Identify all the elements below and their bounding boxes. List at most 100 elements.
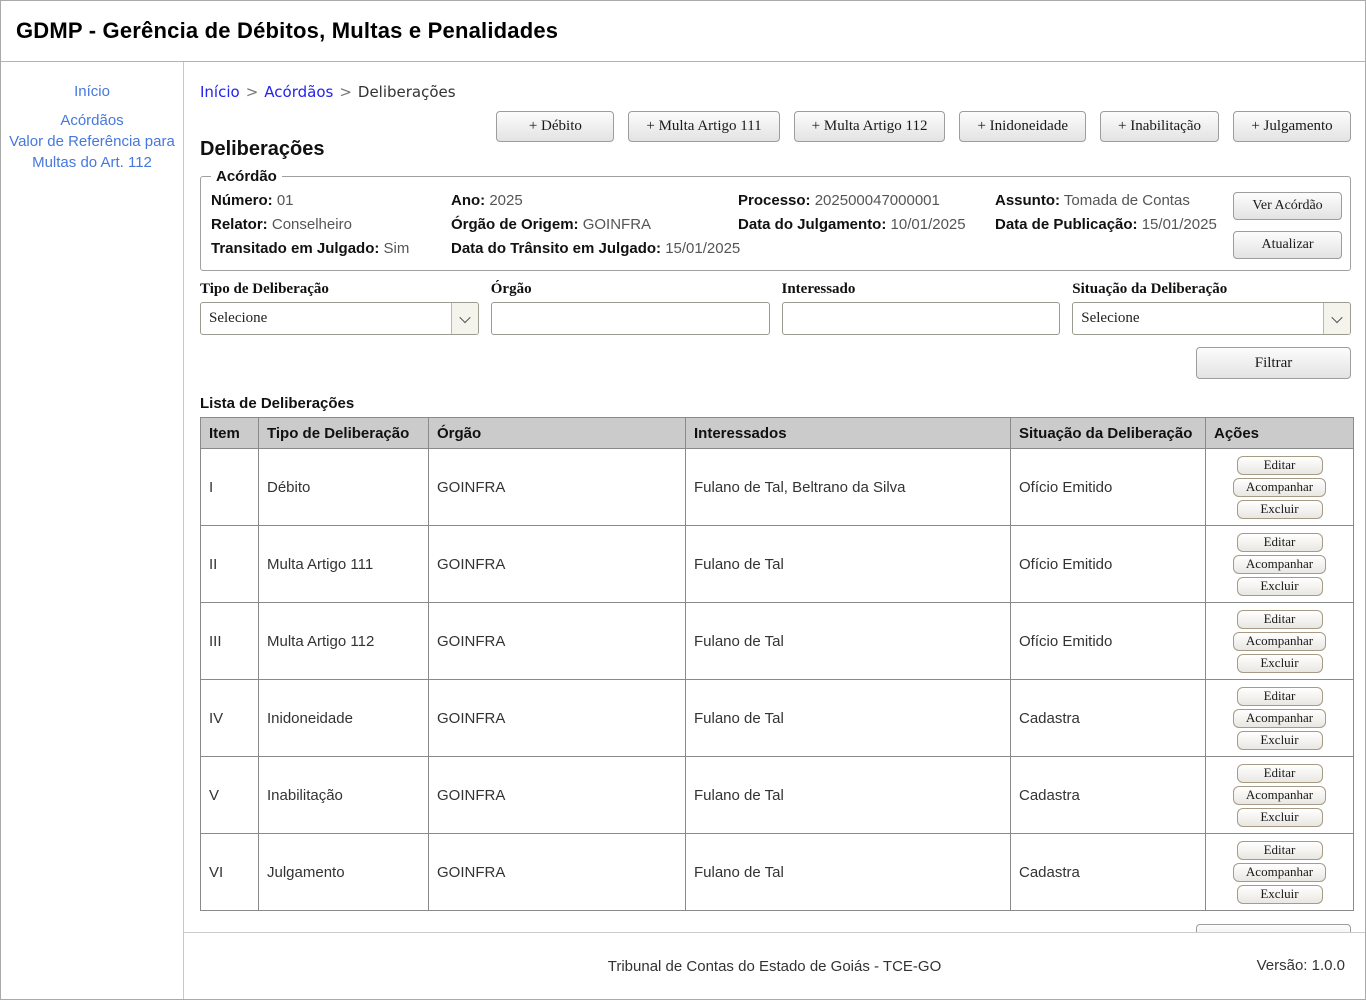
page-head: Deliberações + Débito + Multa Artigo 111… (200, 107, 1351, 163)
editar-button[interactable]: Editar (1237, 456, 1323, 475)
cell-item: I (201, 449, 259, 526)
filter-situacao-deliberacao: Situação da Deliberação Selecione (1072, 281, 1351, 335)
cell-situacao: Ofício Emitido (1011, 449, 1206, 526)
situacao-deliberacao-label: Situação da Deliberação (1072, 281, 1351, 298)
footer: Tribunal de Contas do Estado de Goiás - … (184, 932, 1365, 999)
cell-interessados: Fulano de Tal, Beltrano da Silva (686, 449, 1011, 526)
interessado-label: Interessado (782, 281, 1061, 298)
add-inabilitacao-button[interactable]: + Inabilitação (1100, 111, 1219, 142)
cell-interessados: Fulano de Tal (686, 757, 1011, 834)
add-multa-artigo-111-button[interactable]: + Multa Artigo 111 (628, 111, 779, 142)
cell-interessados: Fulano de Tal (686, 603, 1011, 680)
row-actions: Editar Acompanhar Excluir (1214, 456, 1345, 519)
cell-orgao: GOINFRA (429, 603, 686, 680)
cell-situacao: Cadastra (1011, 757, 1206, 834)
editar-button[interactable]: Editar (1237, 841, 1323, 860)
acompanhar-button[interactable]: Acompanhar (1233, 478, 1326, 497)
voltar-para-acordaos-button[interactable]: Voltar para Acórdãos (1196, 924, 1351, 932)
acompanhar-button[interactable]: Acompanhar (1233, 709, 1326, 728)
orgao-label: Órgão (491, 281, 770, 298)
acordao-data-julgamento: Data do Julgamento: 10/01/2025 (738, 213, 995, 237)
tipo-deliberacao-selected-value: Selecione (201, 303, 451, 334)
row-actions: Editar Acompanhar Excluir (1214, 533, 1345, 596)
tipo-deliberacao-label: Tipo de Deliberação (200, 281, 479, 298)
acompanhar-button[interactable]: Acompanhar (1233, 863, 1326, 882)
main-content: Início>Acórdãos>Deliberações Deliberaçõe… (184, 62, 1365, 932)
row-actions: Editar Acompanhar Excluir (1214, 841, 1345, 904)
header-orgao: Órgão (429, 418, 686, 449)
excluir-button[interactable]: Excluir (1237, 731, 1323, 750)
filter-orgao: Órgão (491, 281, 770, 335)
filter-bar: Tipo de Deliberação Selecione Órgão Inte… (200, 281, 1351, 335)
ver-acordao-button[interactable]: Ver Acórdão (1233, 192, 1342, 220)
breadcrumb-inicio[interactable]: Início (200, 83, 240, 101)
situacao-deliberacao-select[interactable]: Selecione (1072, 302, 1351, 335)
cell-tipo: Inidoneidade (259, 680, 429, 757)
cell-situacao: Ofício Emitido (1011, 526, 1206, 603)
filtrar-button[interactable]: Filtrar (1196, 347, 1351, 379)
chevron-down-icon (451, 303, 478, 334)
excluir-button[interactable]: Excluir (1237, 654, 1323, 673)
header-situacao-deliberacao: Situação da Deliberação (1011, 418, 1206, 449)
acordao-legend: Acórdão (211, 168, 282, 185)
sidebar-item-valor-referencia[interactable]: Valor de Referência para Multas do Art. … (1, 131, 183, 173)
interessado-input[interactable] (782, 302, 1061, 335)
cell-interessados: Fulano de Tal (686, 834, 1011, 911)
orgao-input[interactable] (491, 302, 770, 335)
editar-button[interactable]: Editar (1237, 764, 1323, 783)
add-inidoneidade-button[interactable]: + Inidoneidade (959, 111, 1086, 142)
acordao-transitado: Transitado em Julgado: Sim (211, 237, 451, 261)
table-row: II Multa Artigo 111 GOINFRA Fulano de Ta… (201, 526, 1354, 603)
add-multa-artigo-112-button[interactable]: + Multa Artigo 112 (794, 111, 946, 142)
acordao-orgao-origem: Órgão de Origem: GOINFRA (451, 213, 738, 237)
acordao-data-transito: Data do Trânsito em Julgado: 15/01/2025 (451, 237, 740, 261)
excluir-button[interactable]: Excluir (1237, 885, 1323, 904)
app-title: GDMP - Gerência de Débitos, Multas e Pen… (16, 18, 558, 44)
cell-item: VI (201, 834, 259, 911)
row-actions: Editar Acompanhar Excluir (1214, 764, 1345, 827)
cell-item: III (201, 603, 259, 680)
footer-version: Versão: 1.0.0 (1257, 957, 1345, 974)
breadcrumb-acordaos[interactable]: Acórdãos (264, 83, 333, 101)
header-item: Item (201, 418, 259, 449)
app-header: GDMP - Gerência de Débitos, Multas e Pen… (1, 1, 1365, 62)
add-julgamento-button[interactable]: + Julgamento (1233, 111, 1351, 142)
row-actions: Editar Acompanhar Excluir (1214, 687, 1345, 750)
tipo-deliberacao-select[interactable]: Selecione (200, 302, 479, 335)
deliberacoes-table: Item Tipo de Deliberação Órgão Interessa… (200, 417, 1354, 911)
excluir-button[interactable]: Excluir (1237, 808, 1323, 827)
cell-item: II (201, 526, 259, 603)
acompanhar-button[interactable]: Acompanhar (1233, 786, 1326, 805)
list-title: Lista de Deliberações (200, 395, 1351, 412)
editar-button[interactable]: Editar (1237, 533, 1323, 552)
sidebar-item-acordaos[interactable]: Acórdãos (1, 110, 183, 131)
acordao-actions: Ver Acórdão Atualizar (1233, 192, 1342, 259)
acordao-processo: Processo: 202500047000001 (738, 189, 995, 213)
acompanhar-button[interactable]: Acompanhar (1233, 632, 1326, 651)
cell-situacao: Cadastra (1011, 834, 1206, 911)
footer-org: Tribunal de Contas do Estado de Goiás - … (608, 958, 942, 975)
chevron-down-icon (1323, 303, 1350, 334)
acordao-row: Transitado em Julgado: Sim Data do Trâns… (211, 237, 1340, 261)
atualizar-button[interactable]: Atualizar (1233, 231, 1342, 259)
sidebar-item-inicio[interactable]: Início (1, 81, 183, 102)
filter-tipo-deliberacao: Tipo de Deliberação Selecione (200, 281, 479, 335)
cell-tipo: Julgamento (259, 834, 429, 911)
cell-orgao: GOINFRA (429, 526, 686, 603)
add-debito-button[interactable]: + Débito (496, 111, 614, 142)
cell-orgao: GOINFRA (429, 680, 686, 757)
editar-button[interactable]: Editar (1237, 610, 1323, 629)
cell-item: V (201, 757, 259, 834)
acordao-row: Relator: Conselheiro Órgão de Origem: GO… (211, 213, 1340, 237)
cell-situacao: Ofício Emitido (1011, 603, 1206, 680)
editar-button[interactable]: Editar (1237, 687, 1323, 706)
table-header-row: Item Tipo de Deliberação Órgão Interessa… (201, 418, 1354, 449)
table-row: V Inabilitação GOINFRA Fulano de Tal Cad… (201, 757, 1354, 834)
excluir-button[interactable]: Excluir (1237, 577, 1323, 596)
acompanhar-button[interactable]: Acompanhar (1233, 555, 1326, 574)
cell-orgao: GOINFRA (429, 449, 686, 526)
excluir-button[interactable]: Excluir (1237, 500, 1323, 519)
acordao-fieldset: Acórdão Número: 01 Ano: 2025 Processo: 2… (200, 168, 1351, 271)
breadcrumb-current: Deliberações (358, 83, 456, 101)
cell-interessados: Fulano de Tal (686, 526, 1011, 603)
